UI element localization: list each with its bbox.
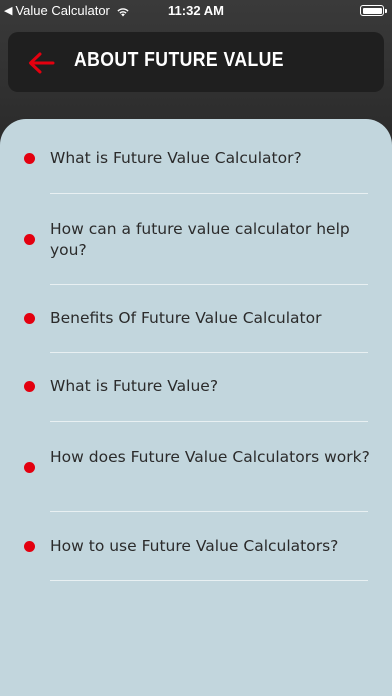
back-button[interactable] [26,48,56,78]
bullet-dot-icon [24,462,35,473]
faq-item-label: What is Future Value Calculator? [50,149,302,167]
divider [50,511,368,512]
faq-item-label: Benefits Of Future Value Calculator [50,309,322,327]
arrow-left-icon [29,52,55,74]
faq-item-label: How can a future value calculator help y… [50,220,350,259]
divider [50,580,368,581]
faq-item-label: How to use Future Value Calculators? [50,537,339,555]
bullet-dot-icon [24,234,35,245]
status-time: 11:32 AM [168,3,224,18]
bullet-dot-icon [24,313,35,324]
divider [50,284,368,285]
divider [50,193,368,194]
faq-item-label: How does Future Value Calculators work? [50,448,370,466]
faq-item-label: What is Future Value? [50,377,219,395]
divider [50,352,368,353]
bullet-dot-icon [24,153,35,164]
bullet-dot-icon [24,381,35,392]
bullet-dot-icon [24,541,35,552]
battery-icon [360,5,387,16]
faq-list: What is Future Value Calculator? How can… [0,119,392,696]
page-title: ABOUT FUTURE VALUE [74,49,284,71]
status-bar: ◀ Value Calculator 11:32 AM [0,0,392,22]
divider [50,421,368,422]
header-bar: ABOUT FUTURE VALUE [8,32,384,92]
